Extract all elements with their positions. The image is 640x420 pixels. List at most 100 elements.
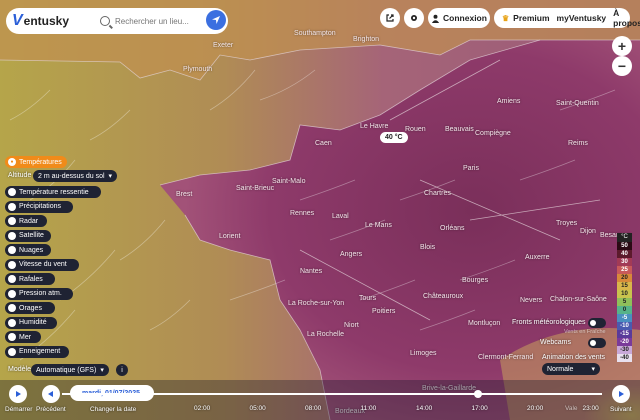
- layer-temperatures[interactable]: ● Températures: [5, 156, 67, 168]
- layer-item[interactable]: Précipitations: [5, 200, 73, 213]
- city-label: Saint-Quentin: [556, 100, 599, 107]
- previous-button[interactable]: [42, 385, 60, 403]
- layer-item[interactable]: Température ressentie: [5, 186, 101, 198]
- layer-item[interactable]: Nuages: [5, 244, 51, 256]
- navigation-arrow-icon: [212, 16, 220, 24]
- city-label: Bourges: [462, 277, 489, 284]
- layer-label: Pression atm.: [19, 290, 62, 297]
- city-label: Dijon: [580, 228, 596, 235]
- crown-icon: ♛: [502, 13, 510, 23]
- layer-item[interactable]: Rafales: [5, 273, 55, 285]
- layer-label: Nuages: [19, 246, 44, 254]
- city-label: Nevers: [520, 297, 543, 304]
- timeline-track[interactable]: [62, 393, 602, 395]
- temperature-legend[interactable]: °C 50 40 30 25 20 15 10 5 0 -5 -10 -15 -20 -30 -40: [617, 233, 632, 362]
- legend-cell: 20: [617, 274, 632, 282]
- city-label: Saint-Malo: [272, 178, 306, 185]
- city-label: Exeter: [213, 42, 234, 49]
- legend-cell: -15: [617, 330, 632, 338]
- share-button[interactable]: [380, 8, 400, 28]
- legend-cell: 10: [617, 290, 632, 298]
- city-label: Chalon-sur-Saône: [550, 296, 607, 303]
- chevron-down-icon: ▾: [591, 366, 595, 373]
- search-icon: [100, 16, 110, 26]
- layer-item[interactable]: Enneigement: [5, 345, 69, 358]
- city-label: La Rochelle: [307, 331, 344, 338]
- about-link[interactable]: À propos: [613, 8, 640, 28]
- wind-animation-select[interactable]: Normale ▾: [542, 363, 600, 375]
- layer-label: Rafales: [19, 275, 43, 283]
- play-button[interactable]: [9, 385, 27, 403]
- timeline-tick: 05:00: [249, 405, 266, 412]
- layer-icon: [8, 231, 16, 240]
- legend-cell: -10: [617, 322, 632, 330]
- external-link-icon: [386, 14, 394, 22]
- model-label: Modèle: [8, 366, 31, 373]
- webcams-toggle[interactable]: [588, 338, 606, 348]
- layer-item[interactable]: Radar: [5, 215, 47, 227]
- city-label: Rennes: [290, 210, 315, 217]
- timeline-tick: 02:00: [194, 405, 211, 412]
- layer-label: Température ressentie: [19, 188, 89, 196]
- layer-label: Précipitations: [19, 203, 62, 210]
- info-icon: i: [121, 366, 123, 374]
- city-label: Limoges: [410, 350, 437, 357]
- layer-label: Radar: [19, 217, 39, 225]
- layer-label: Orages: [19, 304, 42, 312]
- city-label: Compiègne: [475, 130, 511, 137]
- altitude-select[interactable]: 2 m au-dessus du sol ▾: [33, 170, 118, 182]
- myventusky-link[interactable]: myVentusky: [557, 13, 607, 23]
- layer-icon: [8, 318, 16, 327]
- layer-item[interactable]: Vitesse du vent: [5, 258, 79, 271]
- legend-cell: 15: [617, 282, 632, 290]
- locate-button[interactable]: [206, 10, 226, 30]
- city-label: Poitiers: [372, 308, 396, 315]
- top-links: ♛ Premium myVentusky À propos: [494, 8, 640, 28]
- login-button[interactable]: Connexion: [428, 8, 490, 28]
- fronts-label: Fronts météorologiques: [512, 319, 586, 326]
- layer-item[interactable]: Satellite: [5, 229, 51, 242]
- chevron-down-icon: ▾: [100, 367, 104, 374]
- layer-icon: [8, 275, 16, 283]
- legend-cell: -30: [617, 346, 632, 354]
- settings-button[interactable]: [404, 8, 424, 28]
- layer-icon: [8, 260, 16, 269]
- fronts-toggle[interactable]: [588, 318, 606, 328]
- webcams-label: Webcams: [540, 339, 571, 346]
- layer-item[interactable]: Mer: [5, 331, 41, 343]
- zoom-out-button[interactable]: −: [612, 56, 632, 76]
- layer-label: Mer: [19, 333, 32, 341]
- model-select[interactable]: Automatique (GFS) ▾: [31, 364, 109, 376]
- layer-icon: [8, 246, 16, 254]
- search-input[interactable]: [115, 16, 201, 26]
- login-label: Connexion: [443, 13, 487, 23]
- city-label: Laval: [332, 213, 349, 220]
- layer-icon: [8, 347, 16, 356]
- legend-cell: 50: [617, 242, 632, 250]
- layer-item[interactable]: Pression atm.: [5, 287, 73, 300]
- logo-name: entusky: [23, 14, 70, 28]
- ventusky-logo[interactable]: V entusky: [6, 8, 94, 34]
- city-label: Caen: [315, 140, 332, 147]
- next-button[interactable]: [612, 385, 630, 403]
- city-label: Brighton: [353, 36, 380, 43]
- layer-item[interactable]: Orages: [5, 302, 55, 314]
- city-label: Rouen: [405, 126, 426, 133]
- thermometer-icon: ●: [8, 158, 16, 166]
- model-info-button[interactable]: i: [116, 364, 128, 376]
- layer-item[interactable]: Humidité: [5, 316, 57, 329]
- city-label: Paris: [463, 165, 479, 172]
- city-label: Troyes: [556, 220, 578, 227]
- zoom-in-button[interactable]: +: [612, 36, 632, 56]
- layer-label: Humidité: [19, 319, 47, 326]
- timeline-handle[interactable]: [474, 390, 482, 398]
- temperature-bubble[interactable]: 40 °C: [380, 132, 408, 143]
- user-icon: [431, 14, 440, 23]
- premium-link[interactable]: Premium: [513, 13, 549, 23]
- logo-mark: V: [12, 12, 23, 29]
- legend-cell: 5: [617, 298, 632, 306]
- city-label: Châteauroux: [423, 293, 464, 300]
- chevron-down-icon: ▾: [108, 173, 113, 180]
- layer-icon: [8, 217, 16, 225]
- gear-icon: [411, 15, 417, 21]
